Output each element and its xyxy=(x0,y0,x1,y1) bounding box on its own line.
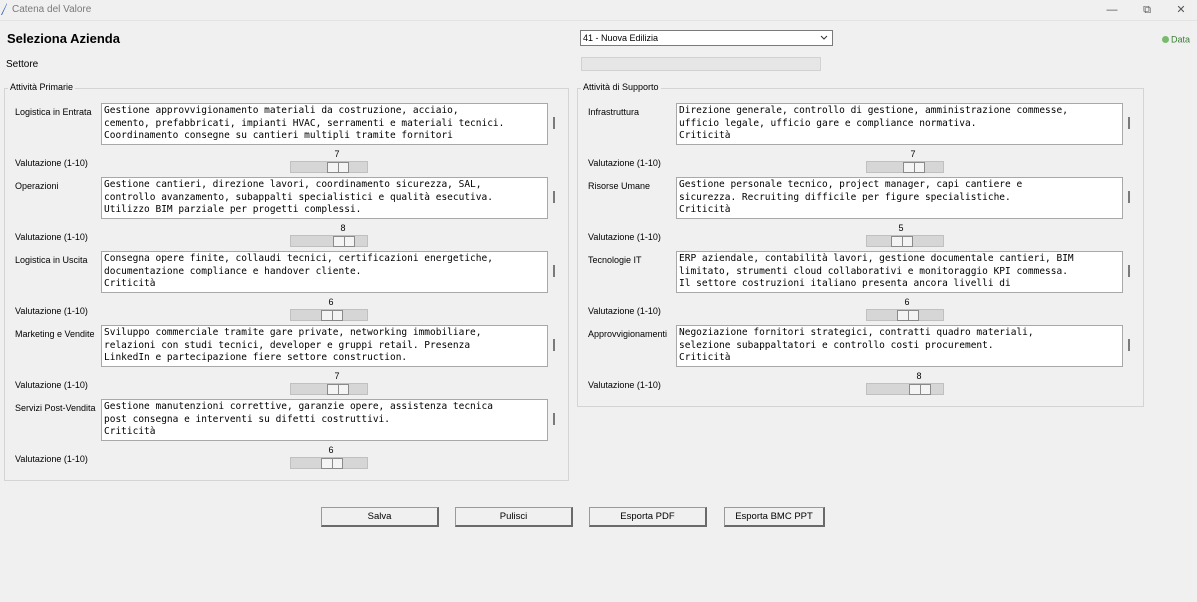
logistica-in-uscita-scrollbar[interactable] xyxy=(553,265,555,277)
servizi-post-vendita-scrollbar[interactable] xyxy=(553,413,555,425)
export-pdf-button[interactable]: Esporta PDF xyxy=(589,507,707,527)
status-dot-icon xyxy=(1162,36,1169,44)
operazioni-rating-value: 8 xyxy=(340,223,346,233)
operazioni-rating-slider[interactable] xyxy=(290,235,368,247)
clear-button[interactable]: Pulisci xyxy=(455,507,573,527)
operazioni-label: Operazioni xyxy=(15,181,59,191)
marketing-e-vendite-scrollbar[interactable] xyxy=(553,339,555,351)
infrastruttura-textbox[interactable]: Direzione generale, controllo di gestion… xyxy=(676,103,1123,145)
operazioni-textbox[interactable]: Gestione cantieri, direzione lavori, coo… xyxy=(101,177,548,219)
maximize-button[interactable]: ⧉ xyxy=(1132,2,1162,18)
servizi-post-vendita-label: Servizi Post-Vendita xyxy=(15,403,96,413)
marketing-e-vendite-rating-slider-handle[interactable] xyxy=(327,384,349,395)
tecnologie-it-rating-slider-handle[interactable] xyxy=(897,310,919,321)
logistica-in-uscita-rating-slider-handle[interactable] xyxy=(321,310,343,321)
logistica-in-uscita-label: Logistica in Uscita xyxy=(15,255,88,265)
approvvigionamenti-scrollbar[interactable] xyxy=(1128,339,1130,351)
company-select[interactable]: 41 - Nuova Edilizia xyxy=(580,30,833,46)
logistica-in-uscita-rating-value: 6 xyxy=(328,297,334,307)
logistica-in-uscita-rating-label: Valutazione (1-10) xyxy=(15,306,88,316)
infrastruttura-rating-value: 7 xyxy=(910,149,916,159)
infrastruttura-rating-slider-handle[interactable] xyxy=(903,162,925,173)
sector-label: Settore xyxy=(6,59,39,70)
data-indicator-label: Data xyxy=(1171,34,1191,45)
approvvigionamenti-label: Approvvigionamenti xyxy=(588,329,668,339)
minimize-button[interactable]: — xyxy=(1097,2,1127,18)
infrastruttura-rating-label: Valutazione (1-10) xyxy=(588,158,661,168)
primary-activities-title: Attività Primarie xyxy=(8,82,76,92)
feather-icon xyxy=(1,3,7,15)
approvvigionamenti-rating-value: 8 xyxy=(916,371,922,381)
servizi-post-vendita-rating-value: 6 xyxy=(328,445,334,455)
data-indicator: Data xyxy=(1162,34,1190,45)
infrastruttura-scrollbar[interactable] xyxy=(1128,117,1130,129)
risorse-umane-rating-slider[interactable] xyxy=(866,235,944,247)
window-title: Catena del Valore xyxy=(12,4,92,15)
tecnologie-it-rating-value: 6 xyxy=(904,297,910,307)
title-bar xyxy=(0,0,1197,21)
tecnologie-it-scrollbar[interactable] xyxy=(1128,265,1130,277)
risorse-umane-rating-slider-handle[interactable] xyxy=(891,236,913,247)
servizi-post-vendita-textbox[interactable]: Gestione manutenzioni correttive, garanz… xyxy=(101,399,548,441)
logistica-in-uscita-textbox[interactable]: Consegna opere finite, collaudi tecnici,… xyxy=(101,251,548,293)
sector-field xyxy=(581,57,821,71)
risorse-umane-textbox[interactable]: Gestione personale tecnico, project mana… xyxy=(676,177,1123,219)
export-bmc-ppt-button[interactable]: Esporta BMC PPT xyxy=(724,507,825,527)
risorse-umane-label: Risorse Umane xyxy=(588,181,651,191)
logistica-in-entrata-rating-slider-handle[interactable] xyxy=(327,162,349,173)
operazioni-rating-label: Valutazione (1-10) xyxy=(15,232,88,242)
approvvigionamenti-rating-slider-handle[interactable] xyxy=(909,384,931,395)
operazioni-rating-slider-handle[interactable] xyxy=(333,236,355,247)
marketing-e-vendite-rating-label: Valutazione (1-10) xyxy=(15,380,88,390)
close-button[interactable]: ✕ xyxy=(1166,2,1196,18)
approvvigionamenti-rating-slider[interactable] xyxy=(866,383,944,395)
marketing-e-vendite-rating-slider[interactable] xyxy=(290,383,368,395)
logistica-in-entrata-scrollbar[interactable] xyxy=(553,117,555,129)
chevron-down-icon xyxy=(820,35,828,40)
logistica-in-entrata-rating-label: Valutazione (1-10) xyxy=(15,158,88,168)
logistica-in-uscita-rating-slider[interactable] xyxy=(290,309,368,321)
risorse-umane-rating-value: 5 xyxy=(898,223,904,233)
page-title: Seleziona Azienda xyxy=(7,31,120,46)
tecnologie-it-label: Tecnologie IT xyxy=(588,255,642,265)
logistica-in-entrata-textbox[interactable]: Gestione approvvigionamento materiali da… xyxy=(101,103,548,145)
operazioni-scrollbar[interactable] xyxy=(553,191,555,203)
infrastruttura-label: Infrastruttura xyxy=(588,107,640,117)
approvvigionamenti-textbox[interactable]: Negoziazione fornitori strategici, contr… xyxy=(676,325,1123,367)
marketing-e-vendite-rating-value: 7 xyxy=(334,371,340,381)
servizi-post-vendita-rating-slider-handle[interactable] xyxy=(321,458,343,469)
logistica-in-entrata-rating-slider[interactable] xyxy=(290,161,368,173)
tecnologie-it-rating-label: Valutazione (1-10) xyxy=(588,306,661,316)
marketing-e-vendite-label: Marketing e Vendite xyxy=(15,329,95,339)
approvvigionamenti-rating-label: Valutazione (1-10) xyxy=(588,380,661,390)
support-activities-title: Attività di Supporto xyxy=(581,82,661,92)
tecnologie-it-rating-slider[interactable] xyxy=(866,309,944,321)
company-select-value: 41 - Nuova Edilizia xyxy=(583,33,659,43)
logistica-in-entrata-label: Logistica in Entrata xyxy=(15,107,92,117)
save-button[interactable]: Salva xyxy=(321,507,439,527)
logistica-in-entrata-rating-value: 7 xyxy=(334,149,340,159)
servizi-post-vendita-rating-slider[interactable] xyxy=(290,457,368,469)
servizi-post-vendita-rating-label: Valutazione (1-10) xyxy=(15,454,88,464)
marketing-e-vendite-textbox[interactable]: Sviluppo commerciale tramite gare privat… xyxy=(101,325,548,367)
infrastruttura-rating-slider[interactable] xyxy=(866,161,944,173)
tecnologie-it-textbox[interactable]: ERP aziendale, contabilità lavori, gesti… xyxy=(676,251,1123,293)
risorse-umane-scrollbar[interactable] xyxy=(1128,191,1130,203)
risorse-umane-rating-label: Valutazione (1-10) xyxy=(588,232,661,242)
